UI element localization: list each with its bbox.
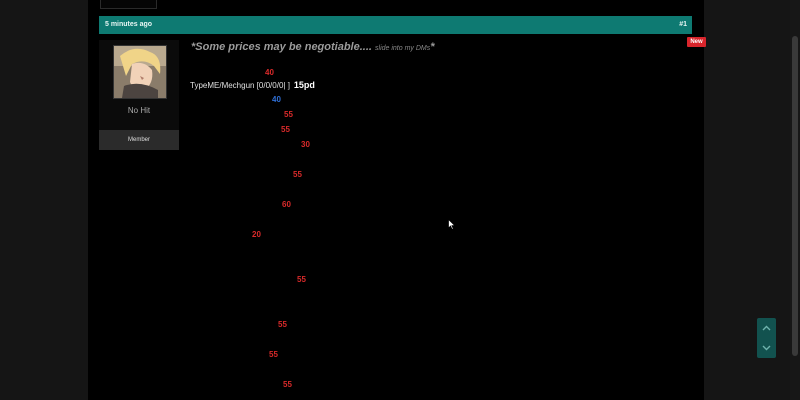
price-value: 55 [297, 275, 306, 284]
price-label: 55 [281, 125, 290, 134]
price-label: 40 [272, 95, 281, 104]
price-value: 55 [293, 170, 302, 179]
price-value: 30 [301, 140, 310, 149]
user-role: Member [99, 130, 179, 150]
item-line: TypeME/Mechgun [0/0/0/0| ] 15pd [190, 80, 315, 90]
avatar-image [114, 46, 166, 98]
post-header: 5 minutes ago #1 [99, 16, 692, 34]
note-main: *Some prices may be negotiable.... [191, 41, 372, 53]
new-badge: New [687, 37, 706, 47]
post-time[interactable]: 5 minutes ago [105, 21, 152, 28]
scrollbar-thumb[interactable] [792, 36, 798, 356]
price-label: 55 [278, 320, 287, 329]
price-value: 60 [282, 200, 291, 209]
price-value: 40 [272, 95, 281, 104]
price-label: 40 [265, 68, 274, 77]
price-value: 55 [269, 350, 278, 359]
price-value: 40 [265, 68, 274, 77]
scroll-buttons [757, 318, 776, 358]
price-value: 55 [283, 380, 292, 389]
price-value: 20 [252, 230, 261, 239]
scroll-top-button[interactable] [757, 318, 776, 338]
price-label: 55 [297, 275, 306, 284]
chevron-down-icon [762, 345, 771, 351]
price-label: 55 [284, 110, 293, 119]
price-label: 30 [301, 140, 310, 149]
price-value: 55 [284, 110, 293, 119]
page-scrollbar[interactable] [790, 0, 800, 400]
price-label: 55 [283, 380, 292, 389]
item-label: TypeME/Mechgun [0/0/0/0| ] [190, 81, 290, 90]
price-label: 55 [269, 350, 278, 359]
note-small: slide into my DMs [375, 45, 431, 52]
price-value: 55 [278, 320, 287, 329]
price-label: 60 [282, 200, 291, 209]
price-label: 20 [252, 230, 261, 239]
previous-element-edge [100, 0, 157, 9]
item-price: 15pd [293, 80, 315, 90]
avatar[interactable] [113, 45, 167, 99]
mouse-cursor-icon [448, 219, 456, 230]
chevron-up-icon [762, 325, 771, 331]
user-name[interactable]: No Hit [99, 106, 179, 115]
price-label: 55 [293, 170, 302, 179]
negotiable-note: *Some prices may be negotiable.... slide… [191, 41, 435, 53]
post-number[interactable]: #1 [679, 21, 687, 28]
price-value: 55 [281, 125, 290, 134]
note-end: * [430, 41, 435, 53]
page-background [88, 0, 704, 400]
scroll-bottom-button[interactable] [757, 338, 776, 358]
user-card: No Hit Member [99, 40, 179, 150]
